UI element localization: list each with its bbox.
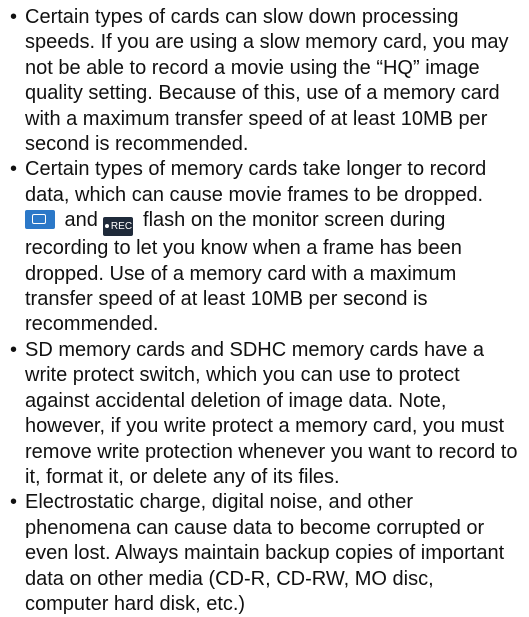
note-item-2: • Certain types of memory cards take lon… [7,157,519,337]
bullet-mark: • [10,491,18,514]
note-text-2-and: and [59,209,104,232]
note-text-3: SD memory cards and SDHC memory cards ha… [25,338,518,488]
note-item-3: • SD memory cards and SDHC memory cards … [7,338,519,490]
rec-icon-label: REC [110,221,133,233]
note-text-4: Electrostatic charge, digital noise, and… [25,491,505,615]
note-text-2-lead: Certain types of memory cards take longe… [25,158,487,206]
note-item-4: • Electrostatic charge, digital noise, a… [7,490,519,617]
notes-list: • Certain types of cards can slow down p… [7,5,519,617]
manual-page: • Certain types of cards can slow down p… [0,0,529,617]
bullet-mark: • [10,158,18,181]
note-text-1: Certain types of cards can slow down pro… [25,6,509,156]
note-item-1: • Certain types of cards can slow down p… [7,5,519,157]
rec-icon: REC [103,217,134,237]
bullet-mark: • [10,338,18,361]
memory-card-icon [25,210,55,230]
bullet-mark: • [10,6,18,28]
